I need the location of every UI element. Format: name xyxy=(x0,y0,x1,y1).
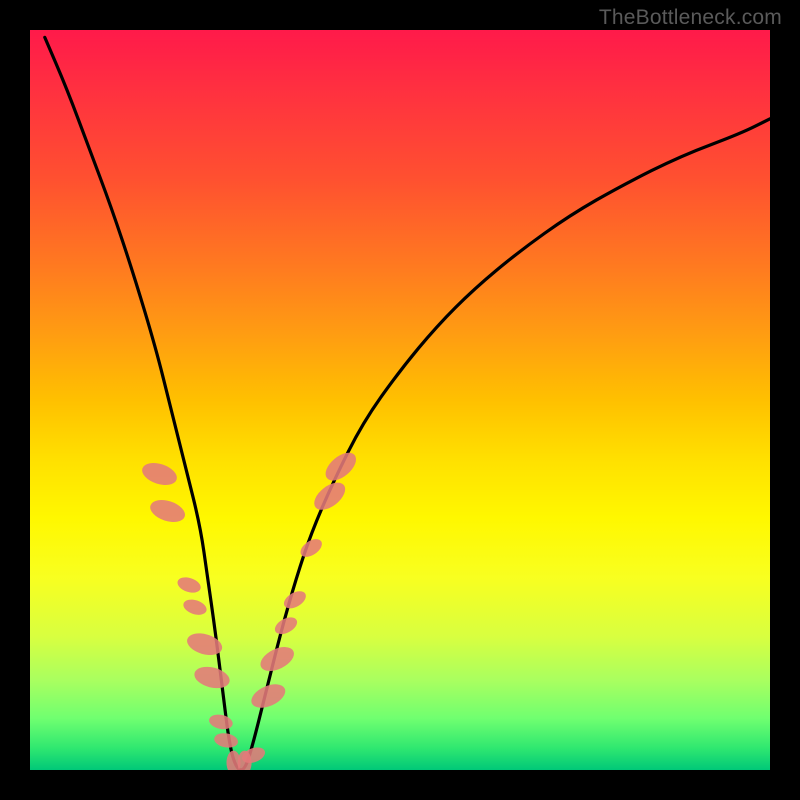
marker-16 xyxy=(309,477,350,515)
marker-2 xyxy=(176,575,203,596)
curve-path xyxy=(45,37,770,770)
marker-12 xyxy=(257,642,298,676)
marker-11 xyxy=(248,680,289,713)
curve-layer xyxy=(30,30,770,770)
marker-13 xyxy=(272,614,300,638)
marker-0 xyxy=(139,459,179,489)
marker-10 xyxy=(240,745,267,766)
bottleneck-curve xyxy=(45,37,770,770)
marker-9 xyxy=(238,751,252,770)
plot-area xyxy=(30,30,770,770)
marker-14 xyxy=(281,588,309,612)
marker-7 xyxy=(213,731,239,749)
chart-frame: TheBottleneck.com xyxy=(0,0,800,800)
marker-5 xyxy=(192,663,232,691)
marker-4 xyxy=(185,630,225,659)
marker-3 xyxy=(181,597,208,618)
watermark-text: TheBottleneck.com xyxy=(599,6,782,30)
marker-8 xyxy=(227,751,241,770)
marker-1 xyxy=(147,496,187,526)
curve-markers xyxy=(139,447,361,770)
marker-15 xyxy=(297,535,325,560)
marker-17 xyxy=(321,447,361,485)
marker-6 xyxy=(208,713,234,732)
